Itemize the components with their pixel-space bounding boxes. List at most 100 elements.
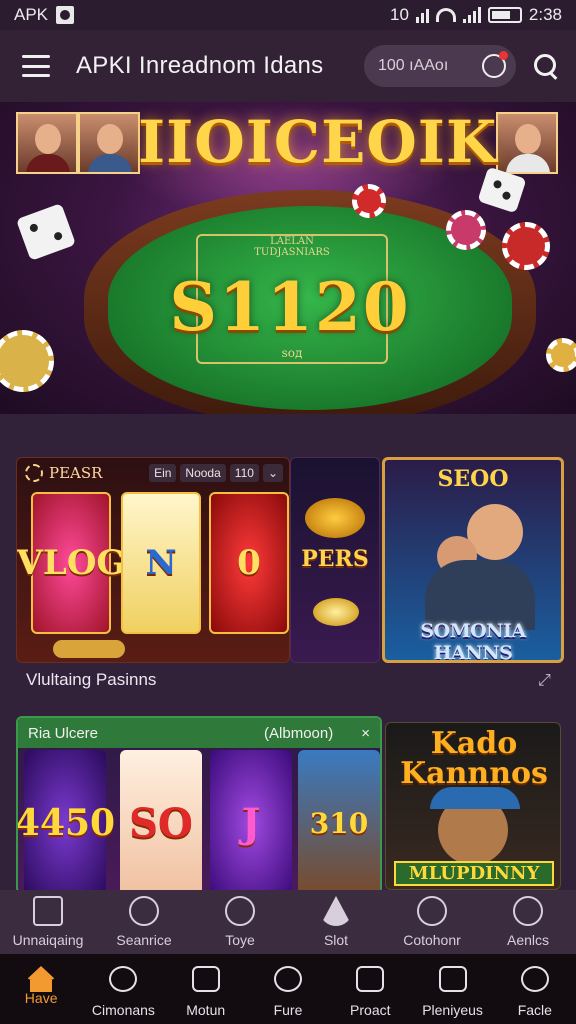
picture-icon: [191, 966, 220, 992]
status-bar: APK 10 2:38: [0, 0, 576, 30]
slot-title: PEASR: [49, 464, 103, 482]
coin-notification-icon[interactable]: [482, 51, 508, 78]
wifi-icon: [435, 8, 456, 22]
bet-controls[interactable]: Ein Nooda 110 ⌄: [149, 464, 283, 482]
category-aenlcs[interactable]: Aenlcs: [480, 890, 576, 954]
hat-icon: [430, 787, 520, 809]
battery-icon: [487, 7, 522, 23]
game-badge: SEOO: [437, 466, 509, 492]
player-avatar-2: [78, 112, 140, 174]
section-title: Vlultaing Pasinns: [26, 670, 157, 689]
reel-symbol-6: J: [241, 799, 261, 847]
nav-label: Motun: [186, 1002, 226, 1018]
signal-icon-2: [462, 7, 481, 23]
nav-pleniyeus[interactable]: Pleniyeus: [411, 954, 493, 1024]
category-seanrice[interactable]: Seanrice: [96, 890, 192, 954]
category-label: Seanrice: [116, 932, 172, 948]
plus-circle-icon: [225, 896, 255, 926]
bottom-nav: Have Cimonans Motun Fure Proact Pleniyeu…: [0, 954, 576, 1024]
table-caption: LAELAN TUDJASNIARS: [196, 236, 388, 258]
category-cotohonr[interactable]: Cotohonr: [384, 890, 480, 954]
reel-symbol-3: 0: [237, 543, 261, 583]
game-title-pers: PERS: [301, 546, 369, 572]
treasure-icon: [305, 498, 365, 538]
nav-facle[interactable]: Facle: [494, 954, 576, 1024]
bet-label-3[interactable]: 110: [229, 464, 259, 482]
person-icon: [513, 896, 543, 926]
game-card-kado[interactable]: Kado Kannnos MLUPDINNY: [385, 722, 561, 890]
chip-icon-3: [502, 222, 550, 270]
category-label: Slot: [323, 932, 349, 948]
expand-icon[interactable]: ⤢: [538, 672, 551, 690]
sun-icon: [25, 464, 43, 482]
tag-icon: [356, 966, 385, 992]
gift-icon: [438, 966, 467, 992]
reel-symbol-4: 4450: [16, 802, 116, 844]
slot-reel-6: J: [210, 750, 292, 892]
nav-proact[interactable]: Proact: [329, 954, 411, 1024]
slot-game-card-2[interactable]: Ria Ulcere (Albmoon) × 4450 SO J 310: [16, 716, 382, 894]
coin-stack-icon: [53, 640, 125, 658]
table-caption-bottom: sод: [281, 346, 303, 360]
gamepad-icon: [129, 896, 159, 926]
category-toye[interactable]: Toye: [192, 890, 288, 954]
close-icon[interactable]: ×: [361, 725, 370, 742]
player-avatar-3: [496, 112, 558, 174]
circle-icon: [273, 966, 302, 992]
category-label: Cotohonr: [403, 932, 461, 948]
slot-reel-1: VLOG: [17, 492, 125, 634]
search-input[interactable]: [378, 57, 470, 75]
home-icon: [26, 966, 57, 992]
app-title: APKI Inreadnom Idans: [76, 52, 324, 79]
coin-icon: [313, 598, 359, 626]
nav-fure[interactable]: Fure: [247, 954, 329, 1024]
chip-icon-2: [446, 210, 486, 250]
slot-card-header: PEASR Ein Nooda 110 ⌄: [17, 458, 289, 488]
star-icon: [320, 896, 352, 926]
category-label: Unnaiqaing: [12, 932, 84, 948]
reel-symbol-2: N: [145, 543, 177, 583]
hero-title: IIOICEOIK: [138, 108, 498, 176]
jackpot-amount: S1120: [169, 268, 411, 346]
slot-reel-4: 4450: [18, 750, 115, 892]
slot-reel-5: SO: [120, 750, 202, 892]
reel-symbol-7: 310: [309, 806, 369, 840]
slot-card-2-title: Ria Ulcere: [28, 724, 99, 742]
hero-banner[interactable]: IIOICEOIK LAELAN TUDJASNIARS S1120 sод: [0, 102, 576, 414]
slot-card-2-header: Ria Ulcere (Albmoon) ×: [18, 718, 380, 748]
slot-reel-2: N: [121, 492, 201, 634]
nav-have[interactable]: Have: [0, 954, 82, 1024]
table-caption-line2: TUDJASNIARS: [254, 247, 330, 258]
slot-reel-7: 310: [298, 750, 380, 892]
player-avatar-1: [16, 112, 78, 174]
chat-icon: [109, 966, 138, 992]
home-outline-icon: [33, 896, 63, 926]
game-card-somonia[interactable]: SEOO SOMONIA HANNS: [382, 457, 564, 663]
category-slot[interactable]: Slot: [288, 890, 384, 954]
chip-icon-1: [0, 330, 54, 392]
nav-label: Fure: [273, 1002, 303, 1018]
balance-search-box[interactable]: [364, 45, 516, 87]
slot-card-2-subtitle: (Albmoon): [264, 724, 334, 742]
nav-label: Cimonans: [91, 1002, 155, 1018]
category-unnaiqaing[interactable]: Unnaiqaing: [0, 890, 96, 954]
nav-cimonans[interactable]: Cimonans: [82, 954, 164, 1024]
nav-motun[interactable]: Motun: [165, 954, 247, 1024]
slot-game-card[interactable]: PEASR Ein Nooda 110 ⌄ VLOG N 0: [16, 457, 290, 663]
bet-label-2[interactable]: Nooda: [180, 464, 226, 482]
nav-label: Pleniyeus: [422, 1002, 483, 1018]
category-bar: Unnaiqaing Seanrice Toye Slot Cotohonr A…: [0, 890, 576, 954]
app-bar: APKI Inreadnom Idans: [0, 30, 576, 102]
clock: 2:38: [528, 5, 562, 24]
network-label: 10: [389, 5, 409, 24]
game-banner-kado: MLUPDINNY: [394, 861, 554, 886]
carrier-label: APK: [14, 5, 49, 24]
category-label: Toye: [225, 932, 255, 948]
nav-label: Proact: [350, 1002, 391, 1018]
search-icon[interactable]: [534, 54, 558, 78]
nav-label: Have: [24, 990, 58, 1006]
bet-label-1[interactable]: Ein: [149, 464, 177, 482]
game-card-pers[interactable]: PERS: [290, 457, 380, 663]
chevron-down-icon[interactable]: ⌄: [262, 464, 283, 482]
menu-icon[interactable]: [22, 55, 50, 77]
